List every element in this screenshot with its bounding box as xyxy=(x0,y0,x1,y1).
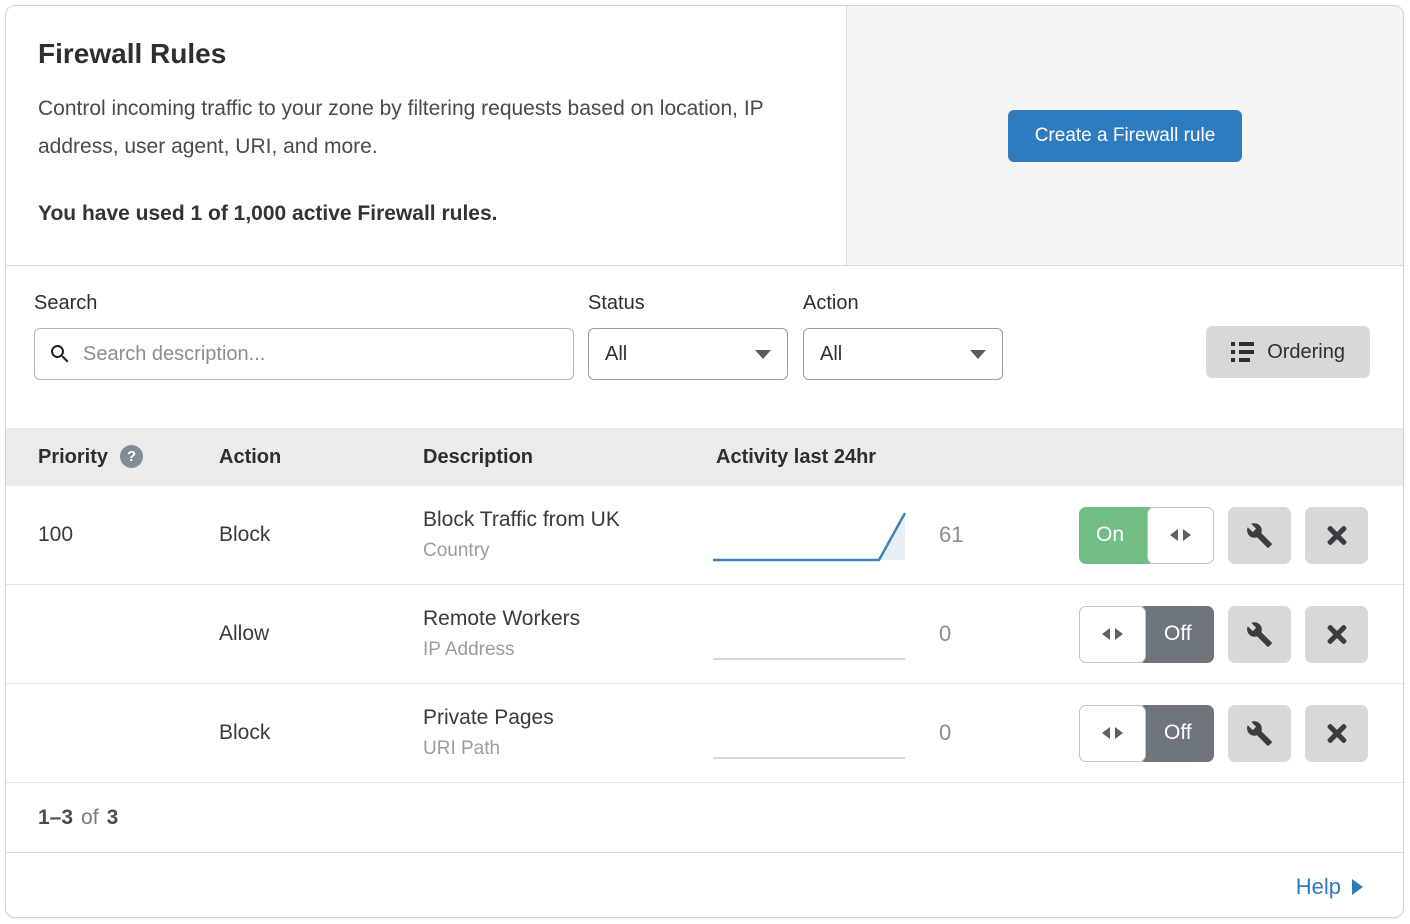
wrench-icon xyxy=(1246,720,1273,747)
search-label: Search xyxy=(34,292,574,315)
rule-enabled-toggle[interactable]: Off xyxy=(1079,606,1214,663)
rule-match-type: Country xyxy=(423,540,711,562)
chevron-down-icon xyxy=(970,350,986,359)
page-description: Control incoming traffic to your zone by… xyxy=(38,90,808,166)
header-text-block: Firewall Rules Control incoming traffic … xyxy=(6,6,846,265)
status-selected-value: All xyxy=(605,343,627,366)
rule-enabled-toggle[interactable]: On xyxy=(1079,507,1214,564)
rule-description-cell: Block Traffic from UK Country xyxy=(423,508,711,562)
triangle-right-icon xyxy=(1352,879,1363,895)
question-circle-icon[interactable]: ? xyxy=(120,445,143,468)
header-action-panel: Create a Firewall rule xyxy=(846,6,1403,265)
pagination-of: of xyxy=(81,806,99,830)
x-icon xyxy=(1324,621,1350,647)
row-controls: Off xyxy=(1079,705,1403,762)
row-controls: Off xyxy=(1079,606,1403,663)
rule-description-cell: Private Pages URI Path xyxy=(423,706,711,760)
search-icon xyxy=(48,342,72,366)
rule-description: Block Traffic from UK xyxy=(423,508,711,532)
activity-count: 61 xyxy=(911,522,981,548)
column-header-priority: Priority? xyxy=(6,445,219,469)
x-icon xyxy=(1324,720,1350,746)
toggle-off-label: Off xyxy=(1138,705,1214,762)
wrench-icon xyxy=(1246,522,1273,549)
action-selected-value: All xyxy=(820,343,842,366)
table-row: Allow Remote Workers IP Address 0 Off xyxy=(6,585,1403,684)
help-bar: Help xyxy=(6,853,1403,918)
column-header-description: Description xyxy=(423,446,711,469)
table-row: 100 Block Block Traffic from UK Country … xyxy=(6,486,1403,585)
edit-rule-button[interactable] xyxy=(1228,705,1291,762)
status-filter-group: Status All xyxy=(588,292,788,380)
activity-sparkline xyxy=(711,507,911,564)
status-label: Status xyxy=(588,292,788,315)
left-right-arrows-icon xyxy=(1147,507,1214,564)
toggle-off-label: Off xyxy=(1138,606,1214,663)
wrench-icon xyxy=(1246,621,1273,648)
rule-description: Private Pages xyxy=(423,706,711,730)
ordering-button-label: Ordering xyxy=(1267,341,1345,364)
ordered-list-icon xyxy=(1231,342,1254,362)
delete-rule-button[interactable] xyxy=(1305,606,1368,663)
table-row: Block Private Pages URI Path 0 Off xyxy=(6,684,1403,783)
rule-description-cell: Remote Workers IP Address xyxy=(423,607,711,661)
edit-rule-button[interactable] xyxy=(1228,507,1291,564)
action-select[interactable]: All xyxy=(803,328,1003,380)
delete-rule-button[interactable] xyxy=(1305,507,1368,564)
firewall-rules-card: Firewall Rules Control incoming traffic … xyxy=(5,5,1404,918)
search-field-wrap xyxy=(34,328,574,380)
rule-action: Allow xyxy=(219,622,423,646)
left-right-arrows-icon xyxy=(1079,705,1146,762)
usage-summary: You have used 1 of 1,000 active Firewall… xyxy=(38,202,814,226)
activity-sparkline xyxy=(711,705,911,762)
action-filter-group: Action All xyxy=(803,292,1003,380)
toggle-on-label: On xyxy=(1079,507,1155,564)
activity-sparkline xyxy=(711,606,911,663)
activity-count: 0 xyxy=(911,621,981,647)
rule-action: Block xyxy=(219,721,423,745)
filter-bar: Search Status All Action All xyxy=(6,266,1403,428)
status-select[interactable]: All xyxy=(588,328,788,380)
pagination-range: 1–3 xyxy=(38,806,73,830)
edit-rule-button[interactable] xyxy=(1228,606,1291,663)
rule-match-type: URI Path xyxy=(423,738,711,760)
search-group: Search xyxy=(34,292,574,380)
help-link[interactable]: Help xyxy=(1296,874,1363,900)
pagination-bar: 1–3 of 3 xyxy=(6,783,1403,853)
activity-count: 0 xyxy=(911,720,981,746)
action-label: Action xyxy=(803,292,1003,315)
table-header: Priority? Action Description Activity la… xyxy=(6,428,1403,486)
column-header-action: Action xyxy=(219,446,423,469)
page-title: Firewall Rules xyxy=(38,38,814,70)
column-header-activity: Activity last 24hr xyxy=(711,446,876,469)
row-controls: On xyxy=(1079,507,1403,564)
rule-priority: 100 xyxy=(6,523,219,547)
rule-match-type: IP Address xyxy=(423,639,711,661)
pagination-total: 3 xyxy=(107,806,119,830)
rule-description: Remote Workers xyxy=(423,607,711,631)
help-link-label: Help xyxy=(1296,874,1341,900)
rule-action: Block xyxy=(219,523,423,547)
chevron-down-icon xyxy=(755,350,771,359)
x-icon xyxy=(1324,522,1350,548)
ordering-button[interactable]: Ordering xyxy=(1206,326,1370,378)
rule-enabled-toggle[interactable]: Off xyxy=(1079,705,1214,762)
create-firewall-rule-button[interactable]: Create a Firewall rule xyxy=(1008,110,1243,162)
header-section: Firewall Rules Control incoming traffic … xyxy=(6,6,1403,266)
delete-rule-button[interactable] xyxy=(1305,705,1368,762)
left-right-arrows-icon xyxy=(1079,606,1146,663)
search-input[interactable] xyxy=(34,328,574,380)
